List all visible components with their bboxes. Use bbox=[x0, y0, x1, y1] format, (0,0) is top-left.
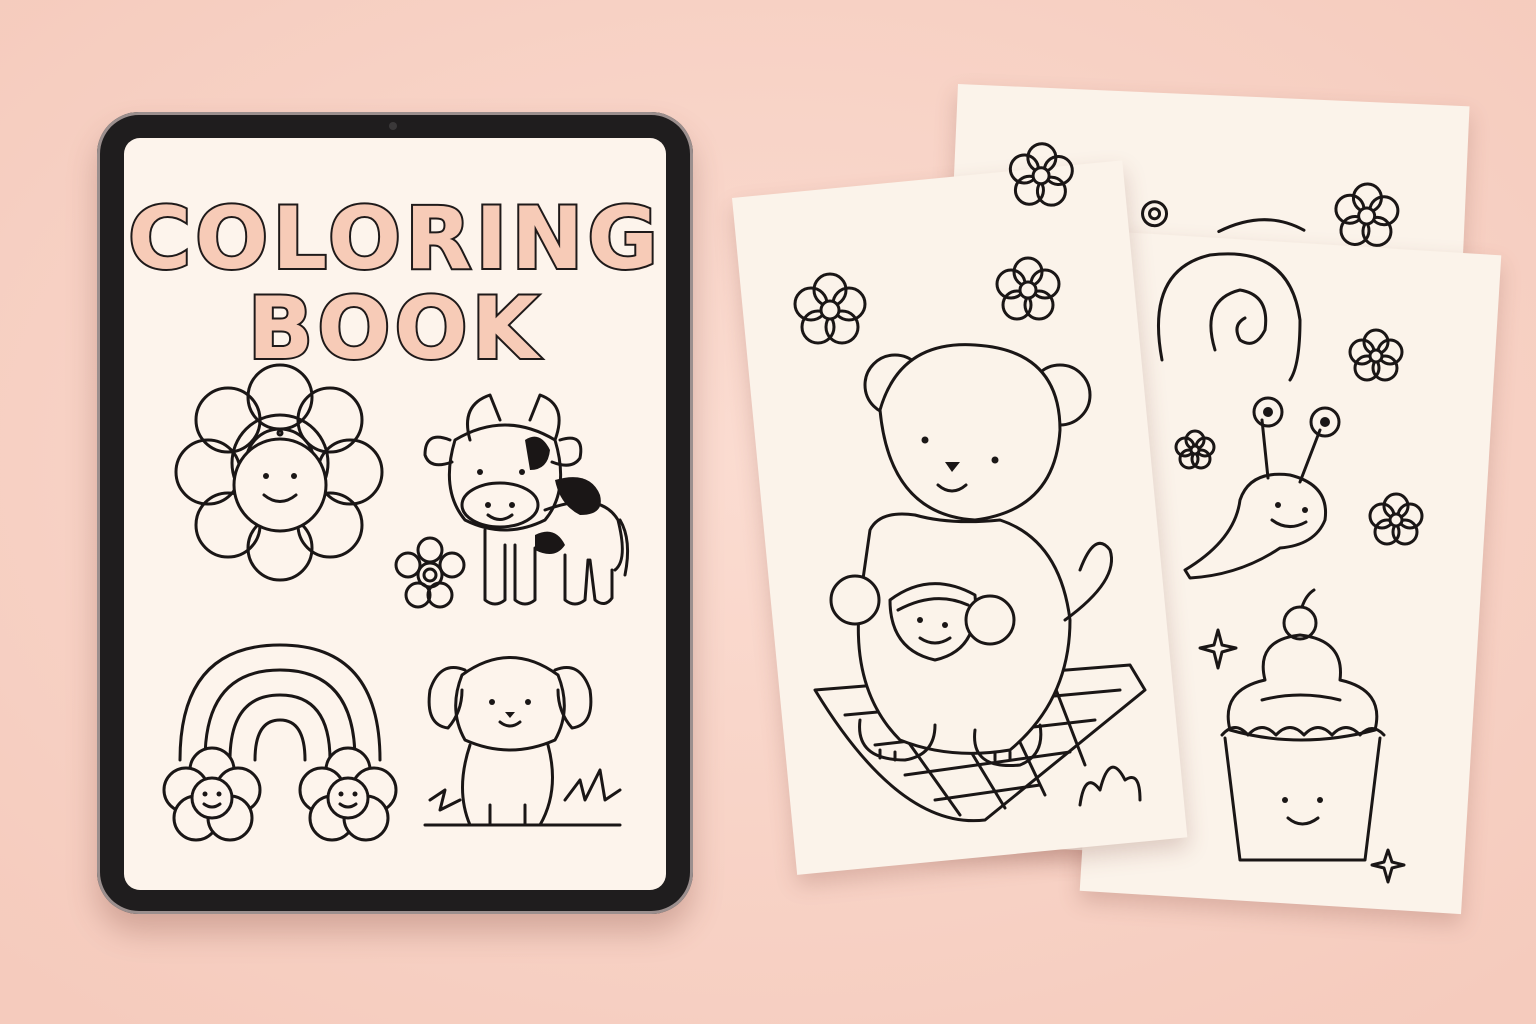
title-line-1: COLORING bbox=[126, 189, 662, 289]
title-line-2: BOOK bbox=[246, 279, 543, 379]
coloring-book-mockup: COLORING BOOK bbox=[0, 0, 1536, 1024]
paper-front bbox=[732, 160, 1188, 875]
tablet-camera bbox=[389, 122, 397, 130]
